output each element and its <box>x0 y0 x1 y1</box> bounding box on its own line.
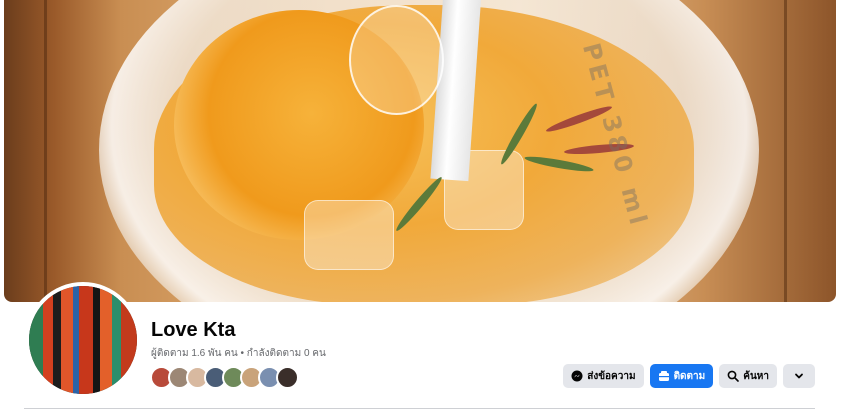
avatar-art <box>53 286 61 394</box>
avatar-art <box>29 286 43 394</box>
avatar-art <box>112 286 121 394</box>
avatar-art <box>93 286 100 394</box>
message-button[interactable]: ส่งข้อความ <box>563 364 644 388</box>
cover-spoon <box>349 5 444 115</box>
cover-photo[interactable]: PET 380 ml <box>4 0 836 302</box>
search-button-label: ค้นหา <box>743 370 769 382</box>
message-button-label: ส่งข้อความ <box>587 370 636 382</box>
avatar[interactable] <box>25 282 141 398</box>
cover-wood-grain <box>44 0 47 302</box>
follow-button-label: ติดตาม <box>673 370 706 382</box>
page-title: Love Kta <box>151 319 236 341</box>
avatar-art <box>61 286 73 394</box>
avatar-art <box>43 286 53 394</box>
friend-avatar[interactable] <box>276 366 299 389</box>
section-divider <box>24 408 815 409</box>
friend-avatars <box>150 366 299 389</box>
cover-ice-cube <box>304 200 394 270</box>
search-icon <box>727 370 740 382</box>
follower-count[interactable]: ผู้ติดตาม 1.6 พัน คน • กำลังติดตาม 0 คน <box>151 346 326 361</box>
more-options-button[interactable] <box>783 364 815 388</box>
follow-button[interactable]: ติดตาม <box>649 364 714 388</box>
messenger-icon <box>571 370 583 382</box>
avatar-art <box>100 286 112 394</box>
avatar-art <box>79 286 93 394</box>
profile-actions: ส่งข้อความ ติดตาม ค้นหา <box>563 364 815 388</box>
search-button[interactable]: ค้นหา <box>719 364 777 388</box>
cover-wood-grain <box>784 0 787 302</box>
avatar-art <box>121 286 137 394</box>
follow-icon <box>658 370 670 382</box>
profile-page: PET 380 ml Love Kta ผู้ติดตาม 1.6 พัน คน… <box>0 0 841 412</box>
chevron-down-icon <box>793 370 805 382</box>
